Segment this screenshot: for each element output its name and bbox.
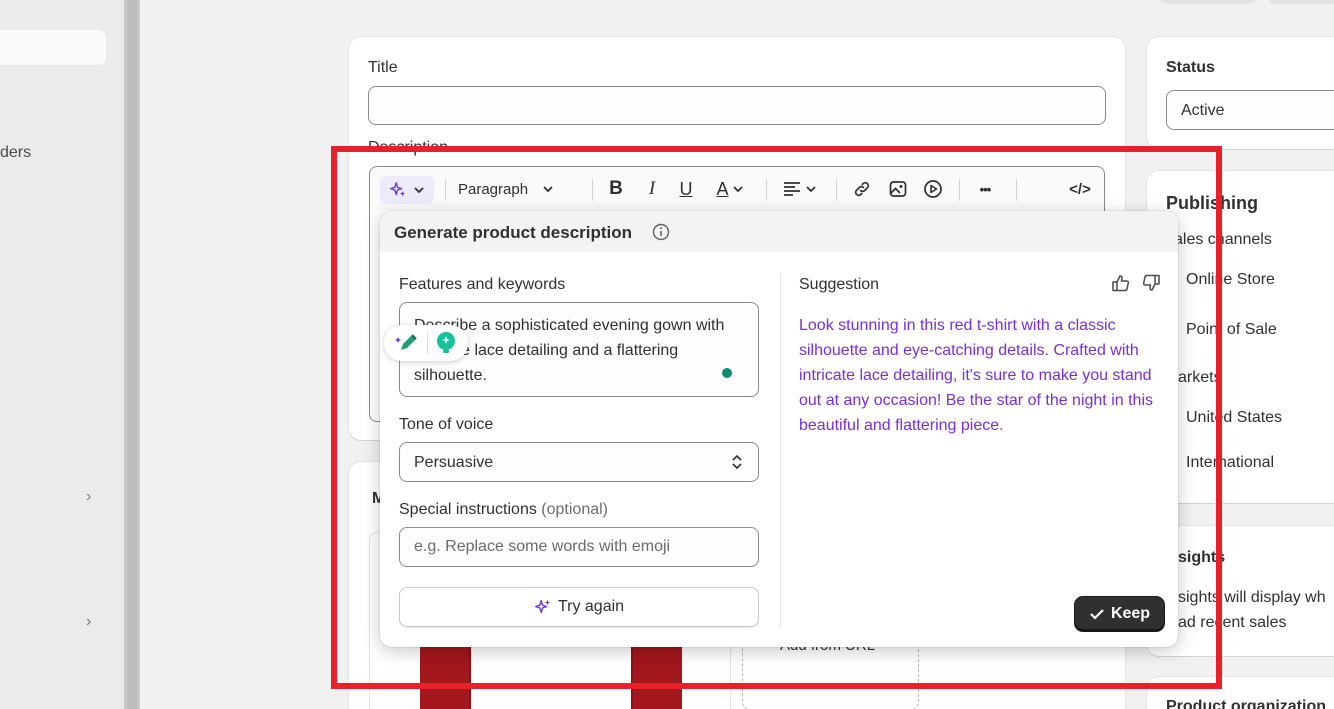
code-view-button[interactable]: </>: [1066, 167, 1094, 211]
align-button[interactable]: [780, 167, 820, 211]
align-left-icon: [784, 182, 800, 196]
try-again-label: Try again: [557, 598, 625, 615]
instructions-optional-text: (optional): [541, 501, 608, 518]
popover-column-divider: [780, 273, 781, 627]
keep-label: Keep: [1110, 605, 1151, 622]
chevron-down-icon: [414, 187, 424, 194]
chevron-right-icon[interactable]: ›: [86, 613, 91, 631]
keep-button[interactable]: Keep: [1075, 597, 1164, 631]
generate-description-popover: Generate product description Features an…: [380, 211, 1178, 647]
title-input[interactable]: [368, 86, 1106, 125]
top-action-button[interactable]: [1268, 0, 1334, 4]
underline-button[interactable]: U: [674, 167, 698, 211]
market-united-states[interactable]: United States: [1186, 409, 1282, 427]
video-button[interactable]: [921, 167, 945, 211]
grammar-status-dot: [722, 368, 732, 378]
channel-online-store[interactable]: Online Store: [1186, 271, 1275, 289]
link-icon: [854, 181, 870, 197]
top-action-button[interactable]: [1160, 0, 1256, 4]
rich-text-toolbar: Paragraph B I U A ••• </>: [369, 166, 1105, 211]
select-chevron-icon: [732, 454, 742, 470]
instructions-label: Special instructions (optional): [399, 501, 608, 519]
try-again-button[interactable]: Try again: [399, 587, 759, 627]
market-international[interactable]: International: [1186, 454, 1274, 472]
chevron-down-icon: [732, 186, 743, 193]
instructions-label-text: Special instructions: [399, 501, 537, 518]
toolbar-divider: [445, 179, 446, 201]
toolbar-divider: [959, 179, 960, 201]
toolbar-divider: [592, 179, 593, 201]
toolbar-divider: [836, 179, 837, 201]
chevron-down-icon: [543, 186, 553, 193]
sales-channels-label: ales channels: [1174, 231, 1272, 248]
italic-button[interactable]: I: [640, 167, 664, 211]
status-value: Active: [1181, 102, 1225, 119]
tone-value: Persuasive: [414, 454, 494, 471]
suggestion-label: Suggestion: [799, 276, 880, 293]
info-icon[interactable]: [652, 223, 670, 241]
sparkle-icon: [390, 182, 406, 197]
insights-description-line2: ad recent sales: [1178, 614, 1287, 631]
suggestion-text: Look stunning in this red t-shirt with a…: [799, 317, 1153, 434]
image-icon: [889, 181, 907, 197]
description-label: Description: [368, 139, 449, 156]
tone-label: Tone of voice: [399, 416, 494, 433]
checkmark-icon: [1090, 609, 1104, 620]
toolbar-divider: [1016, 179, 1017, 201]
insights-description-line1: sights will display wh: [1178, 589, 1326, 606]
chevron-right-icon[interactable]: ›: [86, 488, 91, 506]
link-button[interactable]: [850, 167, 874, 211]
widget-divider: [427, 332, 429, 354]
title-label: Title: [368, 59, 398, 76]
instructions-input[interactable]: [399, 527, 759, 567]
channel-point-of-sale[interactable]: Point of Sale: [1186, 321, 1277, 339]
tone-select[interactable]: Persuasive: [399, 442, 759, 482]
toolbar-divider: [766, 179, 767, 201]
publishing-label: Publishing: [1166, 193, 1258, 213]
sparkle-icon: [535, 599, 551, 614]
popover-title: Generate product description: [394, 223, 633, 242]
lightbulb-icon[interactable]: [435, 331, 457, 355]
more-options-button[interactable]: •••: [970, 167, 1000, 211]
features-label: Features and keywords: [399, 276, 566, 293]
generate-text-button[interactable]: [380, 176, 434, 204]
writing-assistant-widget[interactable]: [384, 325, 468, 361]
nav-selected-item[interactable]: [0, 30, 106, 65]
pencil-sparkle-icon[interactable]: [395, 331, 421, 355]
status-label: Status: [1166, 59, 1215, 76]
nav-item-orders[interactable]: ders: [0, 144, 31, 162]
bold-button[interactable]: B: [604, 167, 628, 211]
product-organization-label: Product organization: [1166, 698, 1326, 709]
product-image-red-tshirt: [420, 646, 682, 709]
image-button[interactable]: [886, 167, 910, 211]
chevron-down-icon: [806, 186, 816, 193]
thumbs-down-icon[interactable]: [1141, 273, 1161, 293]
thumbs-up-icon[interactable]: [1111, 273, 1131, 293]
play-circle-icon: [924, 180, 942, 198]
paragraph-style-select[interactable]: Paragraph: [458, 167, 578, 211]
paragraph-label: Paragraph: [458, 180, 529, 198]
nav-scrollbar-thumb[interactable]: [127, 0, 137, 709]
insights-label: sights: [1178, 549, 1226, 566]
markets-label: arkets: [1178, 369, 1222, 386]
text-color-icon: A: [716, 178, 729, 199]
text-color-button[interactable]: A: [710, 167, 750, 211]
left-navigation: ders › ›: [0, 0, 124, 709]
